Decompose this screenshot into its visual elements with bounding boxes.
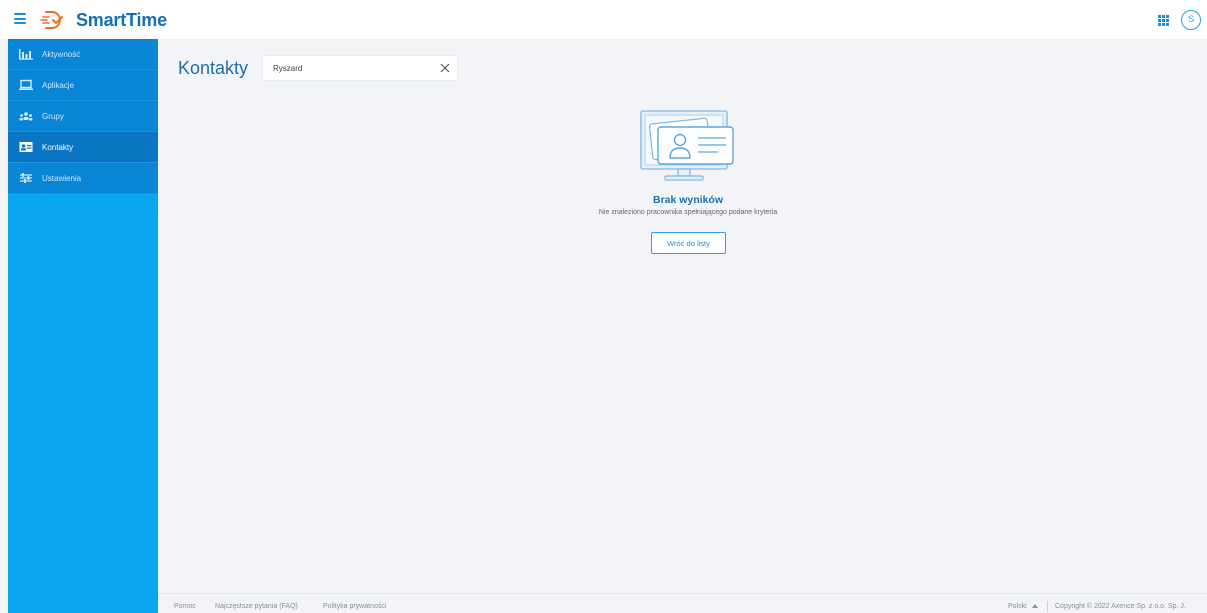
copyright-text: Copyright © 2022 Axence Sp. z o.o. Sp. J… [1055, 603, 1186, 610]
sidebar-item-label: Aktywność [42, 49, 81, 59]
footer-divider [1047, 601, 1048, 612]
sidebar-item-aplikacje[interactable]: Aplikacje [8, 70, 158, 101]
apps-grid-icon[interactable] [1158, 15, 1169, 26]
hamburger-menu-icon[interactable] [14, 13, 26, 24]
sidebar-item-label: Kontakty [42, 142, 74, 152]
search-input[interactable] [263, 56, 433, 80]
empty-state-title: Brak wyników [652, 194, 724, 206]
language-selector[interactable]: Polski [1008, 603, 1038, 610]
sidebar: Aktywność Aplikacje Grupy Kontakty Ustaw… [8, 39, 158, 613]
smarttime-logo-icon [40, 11, 63, 29]
no-results-illustration-icon [640, 110, 734, 181]
language-label: Polski [1008, 603, 1027, 610]
sidebar-item-grupy[interactable]: Grupy [8, 101, 158, 132]
footer-link-privacy[interactable]: Polityka prywatności [323, 603, 386, 610]
close-icon[interactable] [440, 63, 450, 73]
sidebar-item-aktywnosc[interactable]: Aktywność [8, 39, 158, 70]
app-logo[interactable]: SmartTime [40, 9, 167, 31]
sidebar-item-label: Aplikacje [42, 80, 75, 90]
footer: Pomoc Najczęstsze pytania (FAQ) Polityka… [158, 593, 1207, 613]
sidebar-item-kontakty[interactable]: Kontakty [8, 132, 158, 163]
sidebar-item-label: Grupy [42, 111, 64, 121]
laptop-icon [19, 79, 33, 91]
sliders-icon [19, 172, 33, 184]
back-to-list-button[interactable]: Wróć do listy [651, 232, 726, 254]
sidebar-item-ustawienia[interactable]: Ustawienia [8, 163, 158, 194]
page-title: Kontakty [178, 58, 249, 78]
empty-state-subtitle: Nie znaleziono pracownika spełniającego … [598, 209, 778, 216]
chevron-up-icon [1031, 604, 1038, 608]
app-name: SmartTime [76, 9, 167, 30]
contact-card-icon [19, 141, 33, 153]
footer-link-help[interactable]: Pomoc [174, 603, 196, 610]
sidebar-item-label: Ustawienia [42, 173, 82, 183]
footer-link-faq[interactable]: Najczęstsze pytania (FAQ) [215, 603, 298, 610]
sidebar-nav: Aktywność Aplikacje Grupy Kontakty Ustaw… [8, 39, 158, 194]
user-avatar[interactable]: S [1181, 10, 1201, 30]
top-bar: SmartTime S [0, 0, 1207, 39]
search-box [262, 55, 458, 81]
bar-chart-icon [19, 48, 33, 60]
group-icon [19, 110, 33, 122]
